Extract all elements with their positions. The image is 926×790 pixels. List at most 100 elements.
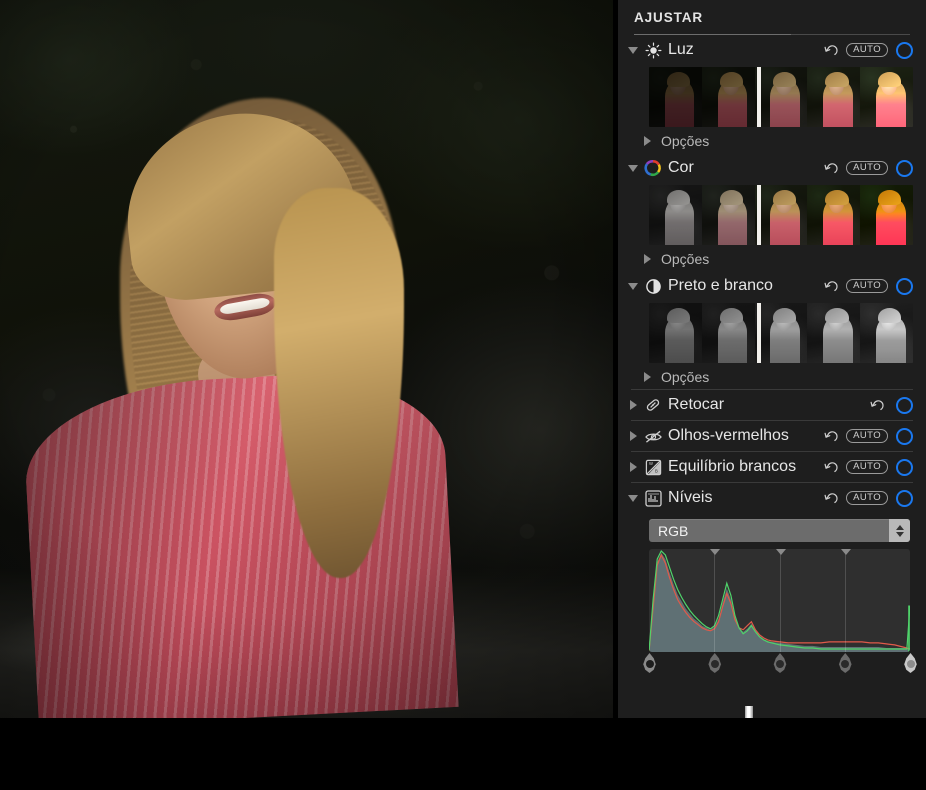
auto-button-preto-e-branco[interactable]: AUTO — [846, 279, 888, 294]
auto-button-luz[interactable]: AUTO — [846, 43, 888, 58]
variant-strip-preto-e-branco[interactable] — [649, 303, 913, 363]
disclosure-triangle-retocar[interactable] — [625, 400, 641, 410]
adjustment-row-retocar[interactable]: Retocar — [618, 390, 926, 420]
adjustment-row-olhos-vermelhos[interactable]: Olhos-vermelhos AUTO — [618, 421, 926, 451]
variant-strip-marker[interactable] — [757, 303, 761, 363]
channel-select-value: RGB — [649, 523, 889, 539]
disclosure-triangle-luz[interactable] — [625, 47, 641, 54]
reset-button-luz[interactable] — [820, 43, 842, 58]
options-row-preto-e-branco[interactable]: Opções — [618, 365, 926, 389]
retouch-bandage-icon — [641, 396, 665, 414]
options-row-luz[interactable]: Opções — [618, 129, 926, 153]
thumbnail-variant-image — [755, 67, 808, 127]
chevron-updown-icon[interactable] — [889, 519, 910, 542]
disclosure-triangle-olhos-vermelhos[interactable] — [625, 431, 641, 441]
color-wheel-icon — [641, 159, 665, 177]
histogram-handles[interactable] — [649, 653, 910, 675]
thumbnail-variant-image — [755, 185, 808, 245]
enable-toggle-preto-e-branco[interactable] — [896, 278, 913, 295]
disclosure-triangle-options-luz[interactable] — [639, 136, 655, 146]
reset-button-retocar[interactable] — [866, 398, 888, 413]
histogram-gridline-tick — [841, 549, 851, 555]
enable-toggle-niveis[interactable] — [896, 490, 913, 507]
histogram-gridline — [845, 549, 846, 652]
adjustment-row-preto-e-branco[interactable]: Preto e branco AUTO — [618, 271, 926, 301]
enable-toggle-retocar[interactable] — [896, 397, 913, 414]
photo-viewer[interactable] — [0, 0, 613, 718]
histogram-gridline — [780, 549, 781, 652]
thumbnail-cell[interactable] — [755, 185, 808, 245]
thumbnail-cell[interactable] — [649, 67, 702, 127]
histogram-handle-2[interactable] — [773, 653, 788, 673]
variant-strip-marker[interactable] — [757, 185, 761, 245]
disclosure-triangle-preto-e-branco[interactable] — [625, 283, 641, 290]
photos-editor-window: AJUSTAR Luz AUTO — [0, 0, 926, 790]
variant-strip-marker[interactable] — [757, 67, 761, 127]
thumbnail-cell[interactable] — [860, 185, 913, 245]
disclosure-triangle-niveis[interactable] — [625, 495, 641, 502]
disclosure-triangle-options-preto-e-branco[interactable] — [639, 372, 655, 382]
reset-button-niveis[interactable] — [820, 491, 842, 506]
disclosure-triangle-options-cor[interactable] — [639, 254, 655, 264]
thumbnail-cell[interactable] — [649, 303, 702, 363]
thumbnail-cell[interactable] — [807, 67, 860, 127]
adjustment-row-luz[interactable]: Luz AUTO — [618, 35, 926, 65]
histogram-gridline-tick — [710, 549, 720, 555]
reset-button-preto-e-branco[interactable] — [820, 279, 842, 294]
adjustment-label-retocar: Retocar — [665, 396, 724, 414]
svg-text:W: W — [648, 461, 652, 466]
thumbnail-cell[interactable] — [702, 67, 755, 127]
variant-strip-cor[interactable] — [649, 185, 913, 245]
histogram-gridline — [714, 549, 715, 652]
thumbnail-cell[interactable] — [649, 185, 702, 245]
thumbnail-cell[interactable] — [702, 303, 755, 363]
enable-toggle-olhos-vermelhos[interactable] — [896, 428, 913, 445]
histogram-handle-0[interactable] — [642, 653, 657, 673]
enable-toggle-luz[interactable] — [896, 42, 913, 59]
edited-photo — [0, 0, 613, 718]
options-label-preto-e-branco: Opções — [655, 369, 709, 385]
reset-button-olhos-vermelhos[interactable] — [820, 429, 842, 444]
adjustment-row-equilibrio-brancos[interactable]: W B Equilíbrio brancos AUTO — [618, 452, 926, 482]
adjustment-label-olhos-vermelhos: Olhos-vermelhos — [665, 427, 789, 445]
thumbnail-cell[interactable] — [807, 303, 860, 363]
disclosure-triangle-cor[interactable] — [625, 165, 641, 172]
thumbnail-cell[interactable] — [807, 185, 860, 245]
enable-toggle-cor[interactable] — [896, 160, 913, 177]
disclosure-triangle-equilibrio-brancos[interactable] — [625, 462, 641, 472]
auto-button-niveis[interactable]: AUTO — [846, 491, 888, 506]
auto-button-cor[interactable]: AUTO — [846, 161, 888, 176]
histogram-handle-3[interactable] — [838, 653, 853, 673]
thumbnail-variant-image — [807, 185, 860, 245]
subject-teeth — [219, 297, 270, 316]
auto-button-olhos-vermelhos[interactable]: AUTO — [846, 429, 888, 444]
red-eye-crossed-icon — [641, 428, 665, 445]
adjustment-row-niveis[interactable]: Níveis AUTO — [618, 483, 926, 513]
enable-toggle-equilibrio-brancos[interactable] — [896, 459, 913, 476]
levels-histogram-wrapper — [649, 549, 910, 675]
adjustment-row-cor[interactable]: Cor AUTO — [618, 153, 926, 183]
thumbnail-variant-image — [649, 185, 702, 245]
variant-strip-luz[interactable] — [649, 67, 913, 127]
channel-select[interactable]: RGB — [649, 519, 910, 542]
thumbnail-cell[interactable] — [755, 303, 808, 363]
thumbnail-cell[interactable] — [860, 303, 913, 363]
histogram-handle-4[interactable] — [903, 653, 918, 673]
thumbnail-variant-image — [702, 303, 755, 363]
thumbnail-cell[interactable] — [860, 67, 913, 127]
adjustment-label-preto-e-branco: Preto e branco — [665, 277, 773, 295]
histogram-gridline-tick — [776, 549, 786, 555]
auto-button-equilibrio-brancos[interactable]: AUTO — [846, 460, 888, 475]
thumbnail-cell[interactable] — [755, 67, 808, 127]
thumbnail-variant-image — [807, 303, 860, 363]
histogram-handle-1[interactable] — [707, 653, 722, 673]
svg-text:B: B — [655, 468, 658, 473]
adjustment-label-cor: Cor — [665, 159, 694, 177]
reset-button-cor[interactable] — [820, 161, 842, 176]
levels-histogram[interactable] — [649, 549, 910, 652]
brightness-sun-icon — [641, 42, 665, 59]
adjustment-label-equilibrio-brancos: Equilíbrio brancos — [665, 458, 796, 476]
options-row-cor[interactable]: Opções — [618, 247, 926, 271]
thumbnail-cell[interactable] — [702, 185, 755, 245]
reset-button-equilibrio-brancos[interactable] — [820, 460, 842, 475]
